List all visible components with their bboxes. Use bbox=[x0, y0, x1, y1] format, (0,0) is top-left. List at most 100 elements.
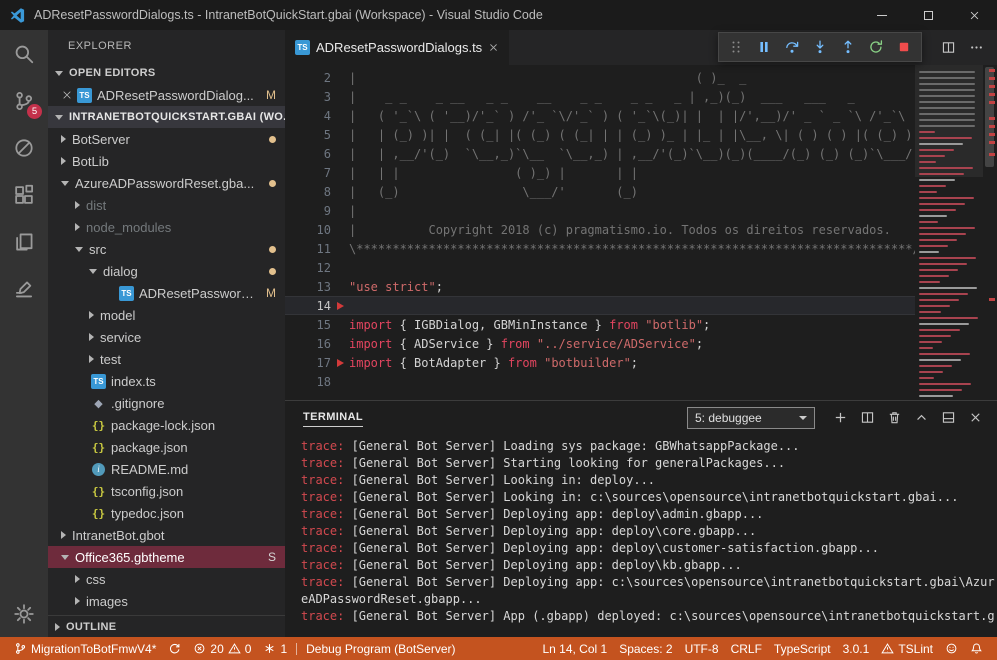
code-line-8[interactable]: 8| (_) \___/' (_) | bbox=[285, 182, 915, 201]
edit-icon[interactable] bbox=[0, 265, 48, 312]
code-line-13[interactable]: 13"use strict"; bbox=[285, 277, 915, 296]
tree-file-index-ts[interactable]: TSindex.ts bbox=[48, 370, 285, 392]
eol-status[interactable]: CRLF bbox=[725, 637, 768, 660]
code-editor[interactable]: 2| ( )_ _ |3| _ _ _ __ _ _ __ _ _ _ _ _ … bbox=[285, 65, 997, 400]
tree-file-adresetpassworddial[interactable]: TSADResetPasswordDial...M bbox=[48, 282, 285, 304]
tree-folder-src[interactable]: src bbox=[48, 238, 285, 260]
close-panel-button[interactable] bbox=[962, 405, 989, 431]
code-line-17[interactable]: 17import { BotAdapter } from "botbuilder… bbox=[285, 353, 915, 372]
terminal-selector-dropdown[interactable]: 5: debuggee bbox=[687, 407, 815, 429]
code-line-11[interactable]: 11\*************************************… bbox=[285, 239, 915, 258]
encoding-status[interactable]: UTF-8 bbox=[679, 637, 725, 660]
problems-status[interactable]: 20 0 bbox=[187, 637, 257, 660]
move-panel-button[interactable] bbox=[935, 405, 962, 431]
debug-icon[interactable] bbox=[0, 124, 48, 171]
tree-folder-model[interactable]: model bbox=[48, 304, 285, 326]
maximize-button[interactable] bbox=[905, 0, 951, 30]
step-into-button[interactable] bbox=[806, 34, 834, 60]
maximize-panel-button[interactable] bbox=[908, 405, 935, 431]
outline-header[interactable]: OUTLINE bbox=[48, 615, 285, 637]
step-out-button[interactable] bbox=[834, 34, 862, 60]
terminal-tab[interactable]: TERMINAL bbox=[303, 409, 363, 427]
tslint-status[interactable]: TSLint bbox=[875, 637, 939, 660]
step-over-button[interactable] bbox=[778, 34, 806, 60]
code-line-5[interactable]: 5| | (_) )| | ( (_| |( (_) ( (_| | | (_)… bbox=[285, 125, 915, 144]
tree-folder-service[interactable]: service bbox=[48, 326, 285, 348]
minimap[interactable] bbox=[915, 65, 983, 400]
tasks-status[interactable]: 1 bbox=[257, 637, 293, 660]
tree-folder-dist[interactable]: dist bbox=[48, 194, 285, 216]
code-line-4[interactable]: 4| ( '_`\ ( '__)/'_` ) /'_ `\/'_` ) ( '_… bbox=[285, 106, 915, 125]
terminal-output[interactable]: trace: [General Bot Server] Loading sys … bbox=[285, 434, 997, 637]
bell-icon bbox=[970, 642, 983, 655]
settings-gear-icon[interactable] bbox=[0, 590, 48, 637]
minimap-line bbox=[919, 317, 978, 319]
tree-folder-images[interactable]: images bbox=[48, 590, 285, 612]
sync-button[interactable] bbox=[162, 637, 187, 660]
tree-folder-css[interactable]: css bbox=[48, 568, 285, 590]
language-mode-status[interactable]: TypeScript bbox=[768, 637, 837, 660]
close-window-button[interactable] bbox=[951, 0, 997, 30]
code-line-2[interactable]: 2| ( )_ _ | bbox=[285, 68, 915, 87]
code-text: import { IGBDialog, GBMinInstance } from… bbox=[331, 318, 710, 332]
stop-button[interactable] bbox=[890, 34, 918, 60]
minimize-button[interactable] bbox=[859, 0, 905, 30]
code-line-6[interactable]: 6| | ,__/'(_) `\__,_)`\__ `\__,_) | ,__/… bbox=[285, 144, 915, 163]
split-terminal-button[interactable] bbox=[854, 405, 881, 431]
more-actions-button[interactable] bbox=[963, 35, 989, 61]
split-editor-button[interactable] bbox=[935, 35, 961, 61]
feedback-button[interactable] bbox=[939, 637, 964, 660]
tree-folder-dialog[interactable]: dialog bbox=[48, 260, 285, 282]
tree-folder-node-modules[interactable]: node_modules bbox=[48, 216, 285, 238]
git-branch-status[interactable]: MigrationToBotFmwV4* bbox=[8, 637, 162, 660]
tab-close-icon[interactable] bbox=[488, 42, 499, 53]
code-line-18[interactable]: 18 bbox=[285, 372, 915, 391]
debug-program-status[interactable]: Debug Program (BotServer) bbox=[300, 637, 461, 660]
tab-label: ADResetPasswordDialogs.ts bbox=[316, 40, 482, 55]
chevron-down-icon bbox=[61, 181, 69, 186]
tree-file-package-lock-json[interactable]: {}package-lock.json bbox=[48, 414, 285, 436]
restart-button[interactable] bbox=[862, 34, 890, 60]
tree-file-package-json[interactable]: {}package.json bbox=[48, 436, 285, 458]
tree-folder-intranetbot-gbot[interactable]: IntranetBot.gbot bbox=[48, 524, 285, 546]
new-terminal-button[interactable] bbox=[827, 405, 854, 431]
tree-file-typedoc-json[interactable]: {}typedoc.json bbox=[48, 502, 285, 524]
code-line-7[interactable]: 7| | | ( )_) | | | | bbox=[285, 163, 915, 182]
terminal-line: trace: [General Bot Server] Deploying ap… bbox=[301, 523, 997, 540]
indentation-status[interactable]: Spaces: 2 bbox=[613, 637, 678, 660]
tree-folder-azureadpasswordreset-gba[interactable]: AzureADPasswordReset.gba... bbox=[48, 172, 285, 194]
tree-folder-botlib[interactable]: BotLib bbox=[48, 150, 285, 172]
cursor-position-status[interactable]: Ln 14, Col 1 bbox=[536, 637, 613, 660]
notifications-button[interactable] bbox=[964, 637, 989, 660]
overview-ruler[interactable] bbox=[983, 65, 997, 400]
code-line-15[interactable]: 15import { IGBDialog, GBMinInstance } fr… bbox=[285, 315, 915, 334]
tree-file-gitignore[interactable]: ◆.gitignore bbox=[48, 392, 285, 414]
files-icon[interactable] bbox=[0, 218, 48, 265]
drag-handle-icon[interactable] bbox=[722, 34, 750, 60]
open-editors-header[interactable]: OPEN EDITORS bbox=[48, 62, 285, 84]
open-editor-item-adresetpassworddialog[interactable]: TSADResetPasswordDialog...M bbox=[48, 84, 285, 106]
code-line-14[interactable]: 14 bbox=[285, 296, 915, 315]
kill-terminal-button[interactable] bbox=[881, 405, 908, 431]
source-control-icon[interactable]: 5 bbox=[0, 77, 48, 124]
workspace-header[interactable]: INTRANETBOTQUICKSTART.GBAI (WO... bbox=[48, 106, 285, 128]
code-area[interactable]: 2| ( )_ _ |3| _ _ _ __ _ _ __ _ _ _ _ _ … bbox=[285, 65, 915, 400]
typescript-version-status[interactable]: 3.0.1 bbox=[837, 637, 876, 660]
extensions-icon[interactable] bbox=[0, 171, 48, 218]
search-icon[interactable] bbox=[0, 30, 48, 77]
tree-file-readme-md[interactable]: iREADME.md bbox=[48, 458, 285, 480]
code-token: "../service/ADService" bbox=[537, 337, 696, 351]
tree-folder-test[interactable]: test bbox=[48, 348, 285, 370]
tab-adresetpassworddialogs-ts[interactable]: TS ADResetPasswordDialogs.ts bbox=[285, 30, 509, 65]
code-line-10[interactable]: 10| Copyright 2018 (c) pragmatismo.io. T… bbox=[285, 220, 915, 239]
tree-file-tsconfig-json[interactable]: {}tsconfig.json bbox=[48, 480, 285, 502]
code-line-9[interactable]: 9| | bbox=[285, 201, 915, 220]
pause-button[interactable] bbox=[750, 34, 778, 60]
code-line-3[interactable]: 3| _ _ _ __ _ _ __ _ _ _ _ _ | ,_)(_) __… bbox=[285, 87, 915, 106]
tree-folder-botserver[interactable]: BotServer bbox=[48, 128, 285, 150]
close-icon[interactable] bbox=[62, 90, 72, 100]
code-line-16[interactable]: 16import { ADService } from "../service/… bbox=[285, 334, 915, 353]
code-line-12[interactable]: 12 bbox=[285, 258, 915, 277]
tree-folder-office365-gbtheme[interactable]: Office365.gbthemeS bbox=[48, 546, 285, 568]
minimap-line bbox=[919, 347, 933, 349]
